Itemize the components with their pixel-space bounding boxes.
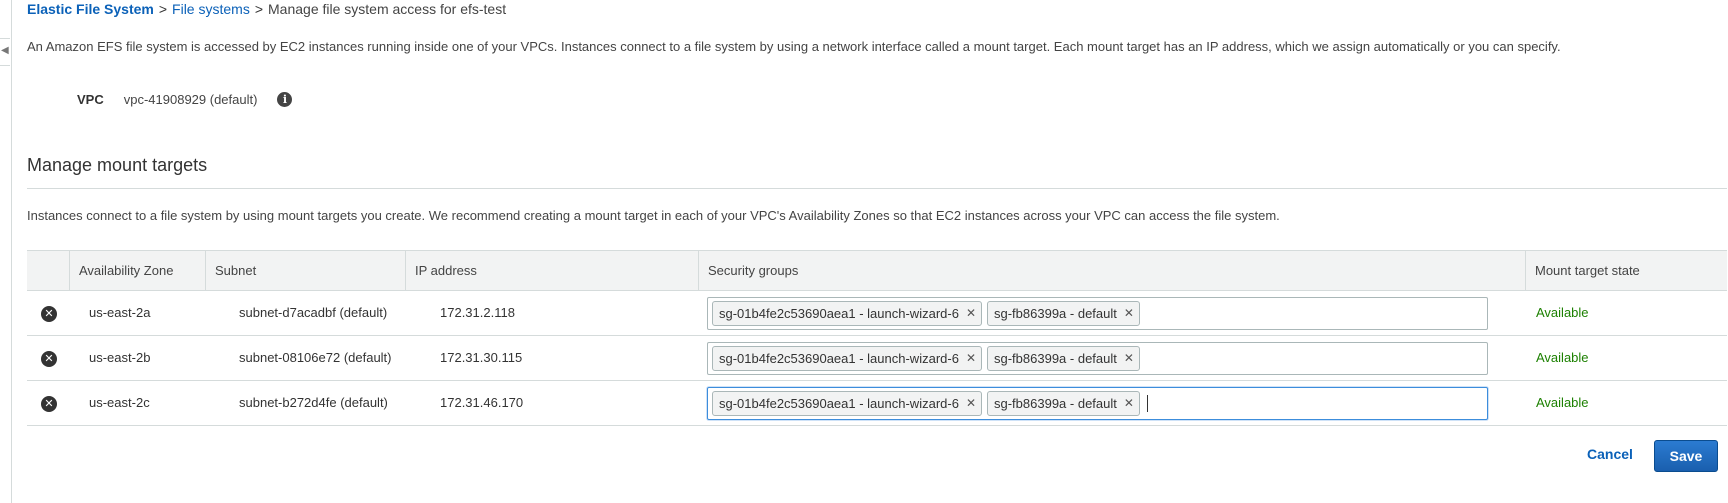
mount-target-state: Available — [1536, 305, 1589, 320]
security-group-token-label: sg-fb86399a - default — [994, 351, 1117, 366]
close-circle-icon[interactable]: ✕ — [41, 396, 57, 412]
header-subnet: Subnet — [205, 251, 405, 290]
availability-zone-cell: us-east-2b — [89, 350, 151, 365]
section-divider — [27, 188, 1727, 189]
left-nav-rail: ◀ — [0, 0, 12, 503]
security-group-token: sg-fb86399a - default ✕ — [987, 391, 1140, 416]
security-group-token: sg-fb86399a - default ✕ — [987, 301, 1140, 326]
breadcrumb-separator: > — [158, 1, 168, 17]
chevron-left-icon: ◀ — [1, 45, 9, 56]
ip-address-cell: 172.31.46.170 — [440, 395, 524, 410]
collapse-nav-button[interactable]: ◀ — [0, 38, 10, 66]
close-icon[interactable]: ✕ — [1124, 392, 1134, 415]
security-groups-input[interactable]: sg-01b4fe2c53690aea1 - launch-wizard-6 ✕ … — [707, 297, 1488, 330]
breadcrumb-current: Manage file system access for efs-test — [268, 1, 507, 17]
mount-targets-table: Availability Zone Subnet IP address Secu… — [27, 250, 1727, 426]
mount-target-state: Available — [1536, 395, 1589, 410]
security-group-token: sg-fb86399a - default ✕ — [987, 346, 1140, 371]
breadcrumb: Elastic File System > File systems > Manage … — [27, 1, 506, 17]
close-icon[interactable]: ✕ — [966, 392, 976, 415]
section-title: Manage mount targets — [27, 155, 208, 175]
security-group-token-label: sg-fb86399a - default — [994, 306, 1117, 321]
table-row: ✕ us-east-2c subnet-b272d4fe (default) 1… — [27, 381, 1727, 426]
text-caret — [1146, 395, 1148, 412]
section-description: Instances connect to a file system by us… — [27, 208, 1280, 223]
security-group-token-label: sg-fb86399a - default — [994, 396, 1117, 411]
intro-text: An Amazon EFS file system is accessed by… — [27, 39, 1561, 54]
security-group-token-label: sg-01b4fe2c53690aea1 - launch-wizard-6 — [719, 306, 959, 321]
header-remove-column — [27, 251, 69, 290]
security-groups-input[interactable]: sg-01b4fe2c53690aea1 - launch-wizard-6 ✕ … — [707, 342, 1488, 375]
info-icon[interactable]: i — [277, 91, 293, 107]
subnet-cell: subnet-b272d4fe (default) — [239, 395, 388, 410]
header-security-groups: Security groups — [698, 251, 1525, 290]
close-circle-icon[interactable]: ✕ — [41, 351, 57, 367]
header-ip-address: IP address — [405, 251, 676, 290]
save-button[interactable]: Save — [1654, 440, 1718, 472]
table-header: Availability Zone Subnet IP address Secu… — [27, 250, 1727, 291]
availability-zone-cell: us-east-2c — [89, 395, 150, 410]
close-icon[interactable]: ✕ — [1124, 302, 1134, 325]
breadcrumb-file-systems-link[interactable]: File systems — [172, 1, 250, 17]
close-circle-icon[interactable]: ✕ — [41, 306, 57, 322]
close-icon[interactable]: ✕ — [1124, 347, 1134, 370]
close-icon[interactable]: ✕ — [966, 347, 976, 370]
ip-address-cell: 172.31.30.115 — [440, 350, 523, 365]
subnet-cell: subnet-08106e72 (default) — [239, 350, 392, 365]
security-group-token: sg-01b4fe2c53690aea1 - launch-wizard-6 ✕ — [712, 346, 982, 371]
security-group-token: sg-01b4fe2c53690aea1 - launch-wizard-6 ✕ — [712, 391, 982, 416]
breadcrumb-root-link[interactable]: Elastic File System — [27, 1, 154, 17]
vpc-row: VPC vpc-41908929 (default) i — [77, 90, 293, 108]
table-row: ✕ us-east-2a subnet-d7acadbf (default) 1… — [27, 291, 1727, 336]
cancel-button[interactable]: Cancel — [1587, 446, 1633, 462]
vpc-label: VPC — [77, 91, 104, 107]
header-availability-zone: Availability Zone — [69, 251, 205, 290]
close-icon[interactable]: ✕ — [966, 302, 976, 325]
mount-target-state: Available — [1536, 350, 1589, 365]
subnet-cell: subnet-d7acadbf (default) — [239, 305, 388, 320]
availability-zone-cell: us-east-2a — [89, 305, 151, 320]
header-mount-target-state: Mount target state — [1525, 251, 1727, 290]
breadcrumb-separator: > — [254, 1, 264, 17]
security-group-token-label: sg-01b4fe2c53690aea1 - launch-wizard-6 — [719, 396, 959, 411]
ip-address-cell: 172.31.2.118 — [440, 305, 515, 320]
vpc-value: vpc-41908929 (default) — [123, 91, 258, 107]
security-group-token: sg-01b4fe2c53690aea1 - launch-wizard-6 ✕ — [712, 301, 982, 326]
table-row: ✕ us-east-2b subnet-08106e72 (default) 1… — [27, 336, 1727, 381]
security-group-token-label: sg-01b4fe2c53690aea1 - launch-wizard-6 — [719, 351, 959, 366]
security-groups-input[interactable]: sg-01b4fe2c53690aea1 - launch-wizard-6 ✕ … — [707, 387, 1488, 420]
